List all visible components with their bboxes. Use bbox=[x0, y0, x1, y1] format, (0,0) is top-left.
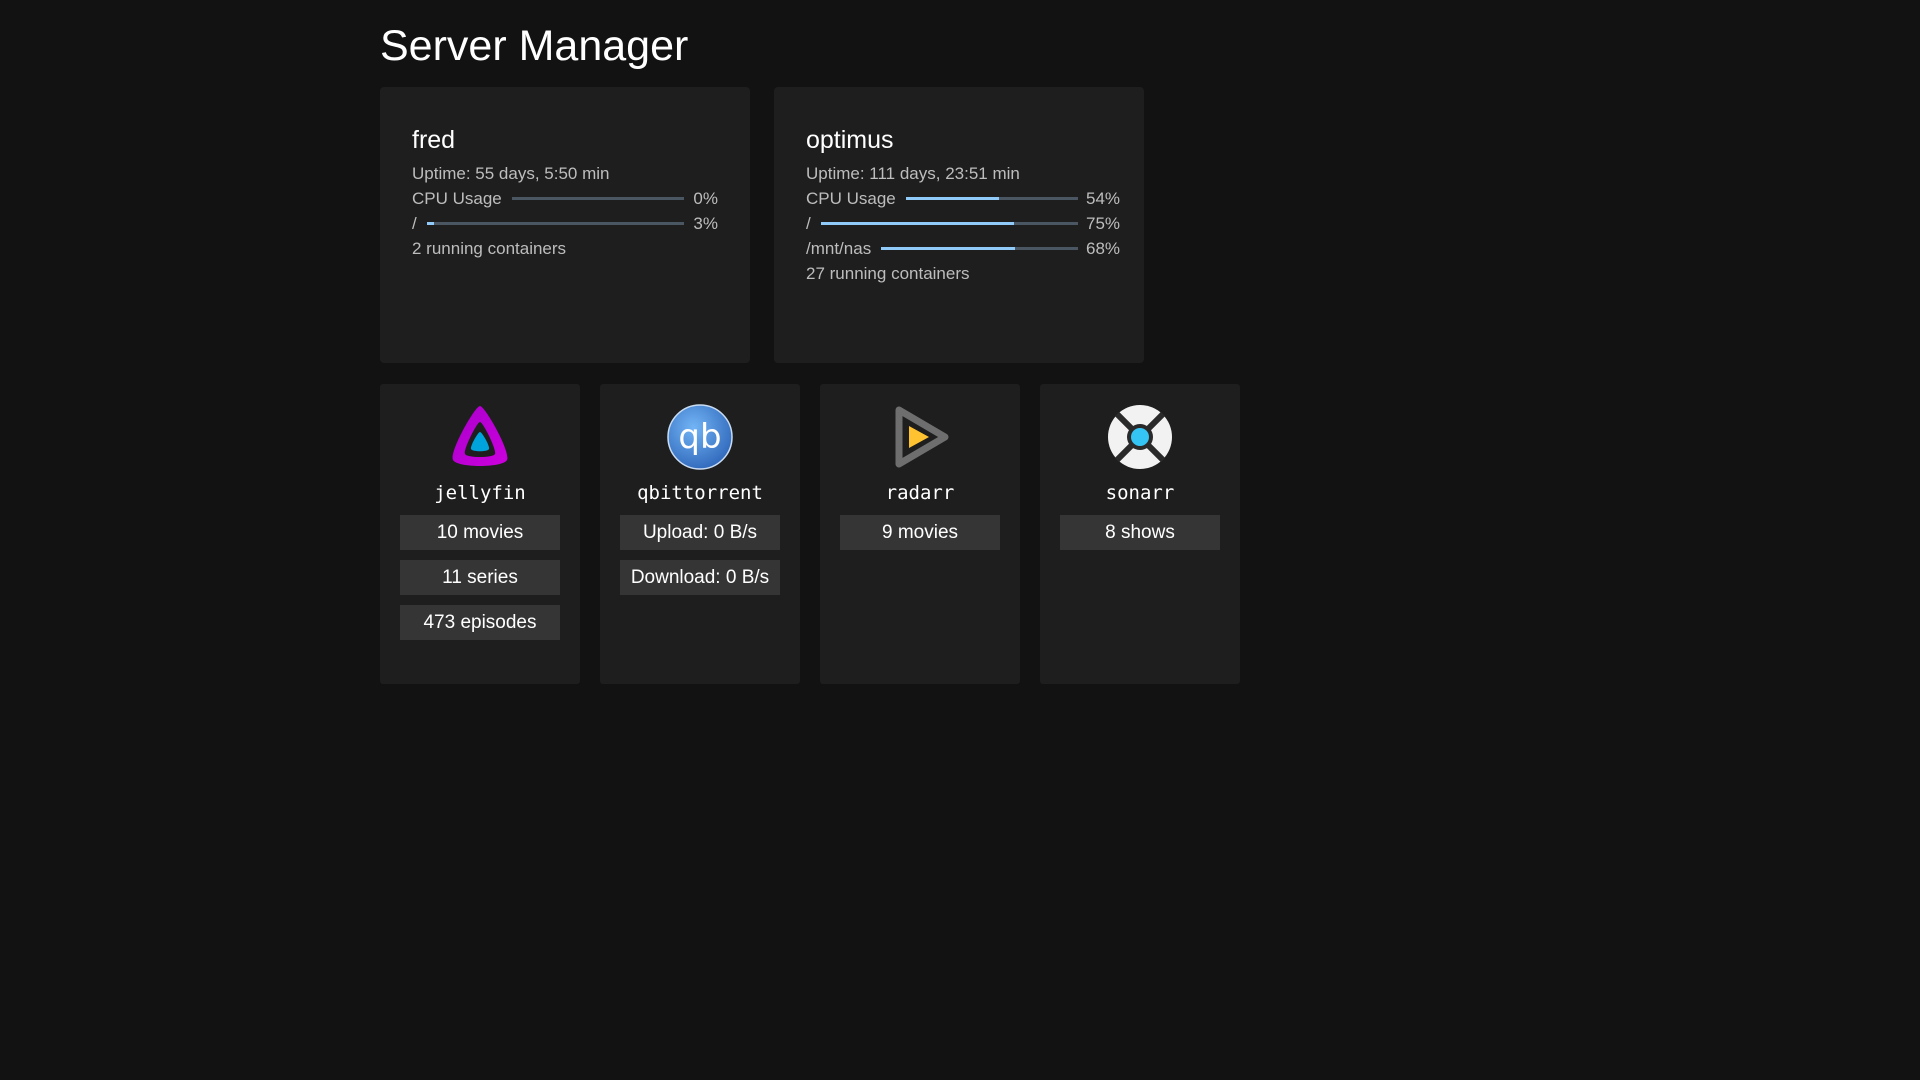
stat-badge: Upload: 0 B/s bbox=[620, 515, 780, 550]
metric-value: 0% bbox=[693, 188, 718, 208]
server-manager-page: Server Manager fred Uptime: 55 days, 5:5… bbox=[380, 0, 1240, 684]
metric-progress-fill bbox=[426, 222, 435, 225]
server-name: fred bbox=[412, 126, 456, 154]
metric-label: / bbox=[806, 213, 811, 233]
server-card-optimus: optimus Uptime: 111 days, 23:51 min CPU … bbox=[774, 87, 1144, 363]
metric-value: 68% bbox=[1086, 238, 1121, 258]
metric-value: 75% bbox=[1086, 213, 1121, 233]
metric-disk-nas: /mnt/nas 68% bbox=[806, 236, 1121, 261]
svg-text:qb: qb bbox=[678, 417, 721, 457]
server-containers: 27 running containers bbox=[806, 264, 970, 283]
metric-progress-bar bbox=[426, 222, 684, 225]
metric-cpu: CPU Usage 0% bbox=[412, 186, 718, 211]
app-card-jellyfin[interactable]: jellyfin 10 movies 11 series 473 episode… bbox=[380, 384, 580, 684]
app-name: sonarr bbox=[1105, 482, 1175, 504]
stat-badge: 8 shows bbox=[1060, 515, 1220, 550]
metric-progress-fill bbox=[905, 197, 999, 200]
server-card-fred: fred Uptime: 55 days, 5:50 min CPU Usage… bbox=[380, 87, 750, 363]
app-name: jellyfin bbox=[434, 482, 526, 504]
metric-progress-bar bbox=[881, 247, 1078, 250]
jellyfin-icon bbox=[452, 406, 508, 466]
metric-disk-root: / 3% bbox=[412, 211, 718, 236]
app-card-qbittorrent[interactable]: qb qbittorrent Upload: 0 B/s Download: 0… bbox=[600, 384, 800, 684]
app-name: qbittorrent bbox=[637, 482, 763, 504]
stat-badge: 473 episodes bbox=[400, 605, 560, 640]
metric-progress-bar bbox=[820, 222, 1078, 225]
app-list: jellyfin 10 movies 11 series 473 episode… bbox=[380, 384, 1240, 684]
page-title: Server Manager bbox=[380, 22, 689, 70]
server-uptime: Uptime: 55 days, 5:50 min bbox=[412, 164, 610, 183]
metric-label: CPU Usage bbox=[412, 188, 502, 208]
app-card-radarr[interactable]: radarr 9 movies bbox=[820, 384, 1020, 684]
server-list: fred Uptime: 55 days, 5:50 min CPU Usage… bbox=[380, 87, 1240, 363]
metric-label: /mnt/nas bbox=[806, 238, 872, 258]
metric-progress-bar bbox=[905, 197, 1078, 200]
stat-badge: 9 movies bbox=[840, 515, 1000, 550]
stat-badge: Download: 0 B/s bbox=[620, 560, 780, 595]
server-name: optimus bbox=[806, 126, 894, 154]
server-containers: 2 running containers bbox=[412, 239, 567, 258]
sonarr-icon bbox=[1108, 405, 1172, 469]
radarr-icon bbox=[895, 406, 949, 468]
app-name: radarr bbox=[885, 482, 955, 504]
qbittorrent-icon: qb bbox=[667, 404, 733, 470]
metric-value: 3% bbox=[693, 213, 718, 233]
metric-disk-root: / 75% bbox=[806, 211, 1121, 236]
metric-label: CPU Usage bbox=[806, 188, 896, 208]
stat-badge: 11 series bbox=[400, 560, 560, 595]
stat-badge: 10 movies bbox=[400, 515, 560, 550]
metric-label: / bbox=[412, 213, 417, 233]
metric-progress-fill bbox=[820, 222, 1014, 225]
metric-progress-fill bbox=[881, 247, 1016, 250]
server-uptime: Uptime: 111 days, 23:51 min bbox=[806, 164, 1020, 183]
metric-value: 54% bbox=[1086, 188, 1121, 208]
metric-progress-bar bbox=[511, 197, 684, 200]
metric-cpu: CPU Usage 54% bbox=[806, 186, 1121, 211]
app-card-sonarr[interactable]: sonarr 8 shows bbox=[1040, 384, 1240, 684]
